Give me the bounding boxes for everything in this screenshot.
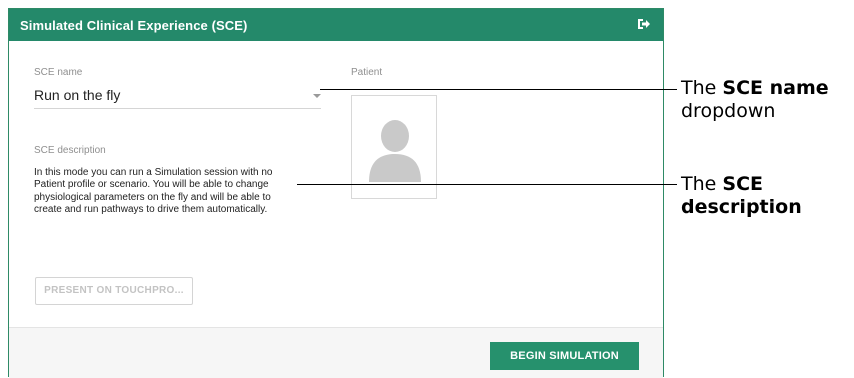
sign-out-icon[interactable] xyxy=(637,17,651,31)
dialog-title: Simulated Clinical Experience (SCE) xyxy=(20,18,248,33)
sce-dialog: Simulated Clinical Experience (SCE) SCE … xyxy=(8,8,664,378)
name-callout: The SCE name dropdown xyxy=(681,77,829,123)
callout-bold: SCE name xyxy=(722,77,829,99)
description-callout: The SCE description xyxy=(681,173,802,219)
present-on-touchpro-button[interactable]: PRESENT ON TOUCHPRO... xyxy=(35,277,193,305)
callout-prefix: The xyxy=(681,173,723,195)
sce-name-value: Run on the fly xyxy=(34,87,121,103)
callout-bold: SCE xyxy=(722,173,763,195)
name-callout-line xyxy=(320,89,677,90)
sce-description-label: SCE description xyxy=(34,145,106,156)
sce-name-dropdown[interactable]: Run on the fly xyxy=(34,85,321,109)
patient-label: Patient xyxy=(351,67,383,78)
description-line: physiological parameters on the fly and … xyxy=(34,191,271,203)
description-line: create and run pathways to drive them au… xyxy=(34,203,268,215)
description-callout-line xyxy=(297,184,677,185)
begin-simulation-button[interactable]: BEGIN SIMULATION xyxy=(490,342,639,370)
sce-description-text: In this mode you can run a Simulation se… xyxy=(34,167,312,216)
dialog-footer: BEGIN SIMULATION xyxy=(9,327,663,378)
user-placeholder-icon xyxy=(369,120,421,182)
chevron-down-icon xyxy=(313,94,321,98)
callout-prefix: The xyxy=(681,77,723,99)
description-line: Patient profile or scenario. You will be… xyxy=(34,179,269,191)
callout-bold: description xyxy=(681,196,802,218)
callout-suffix: dropdown xyxy=(681,100,776,122)
description-line: In this mode you can run a Simulation se… xyxy=(34,167,273,178)
sce-name-label: SCE name xyxy=(34,67,83,78)
dialog-header: Simulated Clinical Experience (SCE) xyxy=(9,9,663,41)
